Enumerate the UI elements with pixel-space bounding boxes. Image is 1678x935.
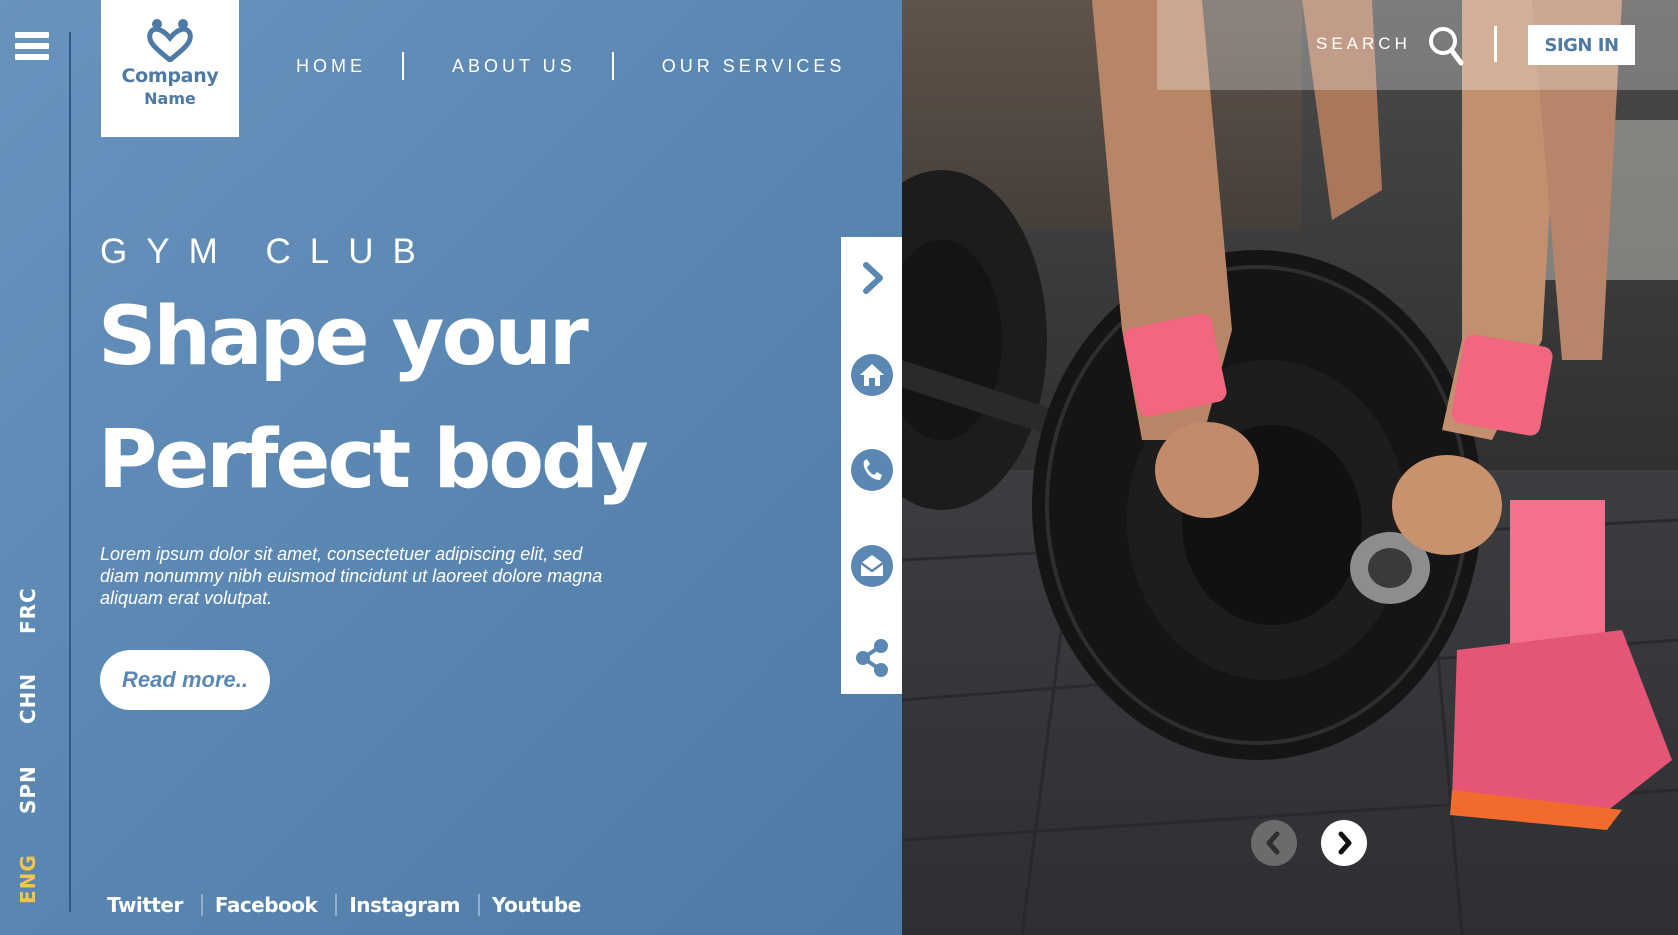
social-divider (335, 894, 338, 916)
read-more-button[interactable]: Read more.. (100, 650, 270, 710)
heart-people-icon (147, 19, 193, 62)
nav-about-us[interactable]: ABOUT US (452, 56, 576, 77)
hero-photo (902, 0, 1678, 935)
quick-toolbar (841, 237, 902, 694)
brand-name-line1: Company (121, 65, 219, 87)
social-links: Twitter Facebook Instagram Youtube (107, 893, 581, 917)
top-nav: HOME ABOUT US OUR SERVICES (296, 52, 845, 80)
social-twitter[interactable]: Twitter (107, 893, 183, 917)
lang-chn[interactable]: CHN (16, 673, 40, 724)
phone-icon[interactable] (851, 449, 893, 491)
hero-kicker: GYM CLUB (100, 232, 435, 271)
brand-name-line2: Name (144, 89, 196, 108)
carousel-prev-button[interactable] (1251, 820, 1297, 866)
hero-headline-line1: Shape your (98, 290, 589, 384)
side-rail-divider (69, 32, 71, 912)
sign-in-button[interactable]: SIGN IN (1528, 25, 1635, 65)
nav-divider (611, 52, 614, 80)
lang-eng[interactable]: ENG (16, 854, 40, 904)
chevron-left-icon (1266, 831, 1280, 855)
hero-headline-line2: Perfect body (98, 413, 649, 507)
search-icon[interactable] (1428, 26, 1464, 66)
header-divider (1494, 26, 1497, 62)
social-divider (200, 894, 203, 916)
social-instagram[interactable]: Instagram (349, 893, 460, 917)
chevron-right-icon (1338, 831, 1352, 855)
mail-icon[interactable] (851, 545, 893, 587)
lang-frc[interactable]: FRC (16, 587, 40, 634)
chevron-right-icon[interactable] (851, 257, 893, 299)
hero-description: Lorem ipsum dolor sit amet, consectetuer… (100, 544, 603, 608)
social-divider (478, 894, 480, 916)
nav-home[interactable]: HOME (296, 56, 366, 77)
social-youtube[interactable]: Youtube (492, 893, 581, 917)
nav-our-services[interactable]: OUR SERVICES (662, 56, 846, 77)
home-icon[interactable] (851, 354, 893, 396)
carousel-next-button[interactable] (1321, 820, 1367, 866)
company-logo[interactable]: Company Name (101, 0, 239, 137)
nav-divider (402, 52, 404, 80)
share-icon[interactable] (851, 637, 893, 679)
hamburger-menu-icon[interactable] (15, 32, 49, 66)
weightlifting-illustration (902, 0, 1678, 935)
lang-spn[interactable]: SPN (16, 765, 40, 814)
search-label[interactable]: SEARCH (1316, 34, 1411, 54)
social-facebook[interactable]: Facebook (215, 893, 318, 917)
